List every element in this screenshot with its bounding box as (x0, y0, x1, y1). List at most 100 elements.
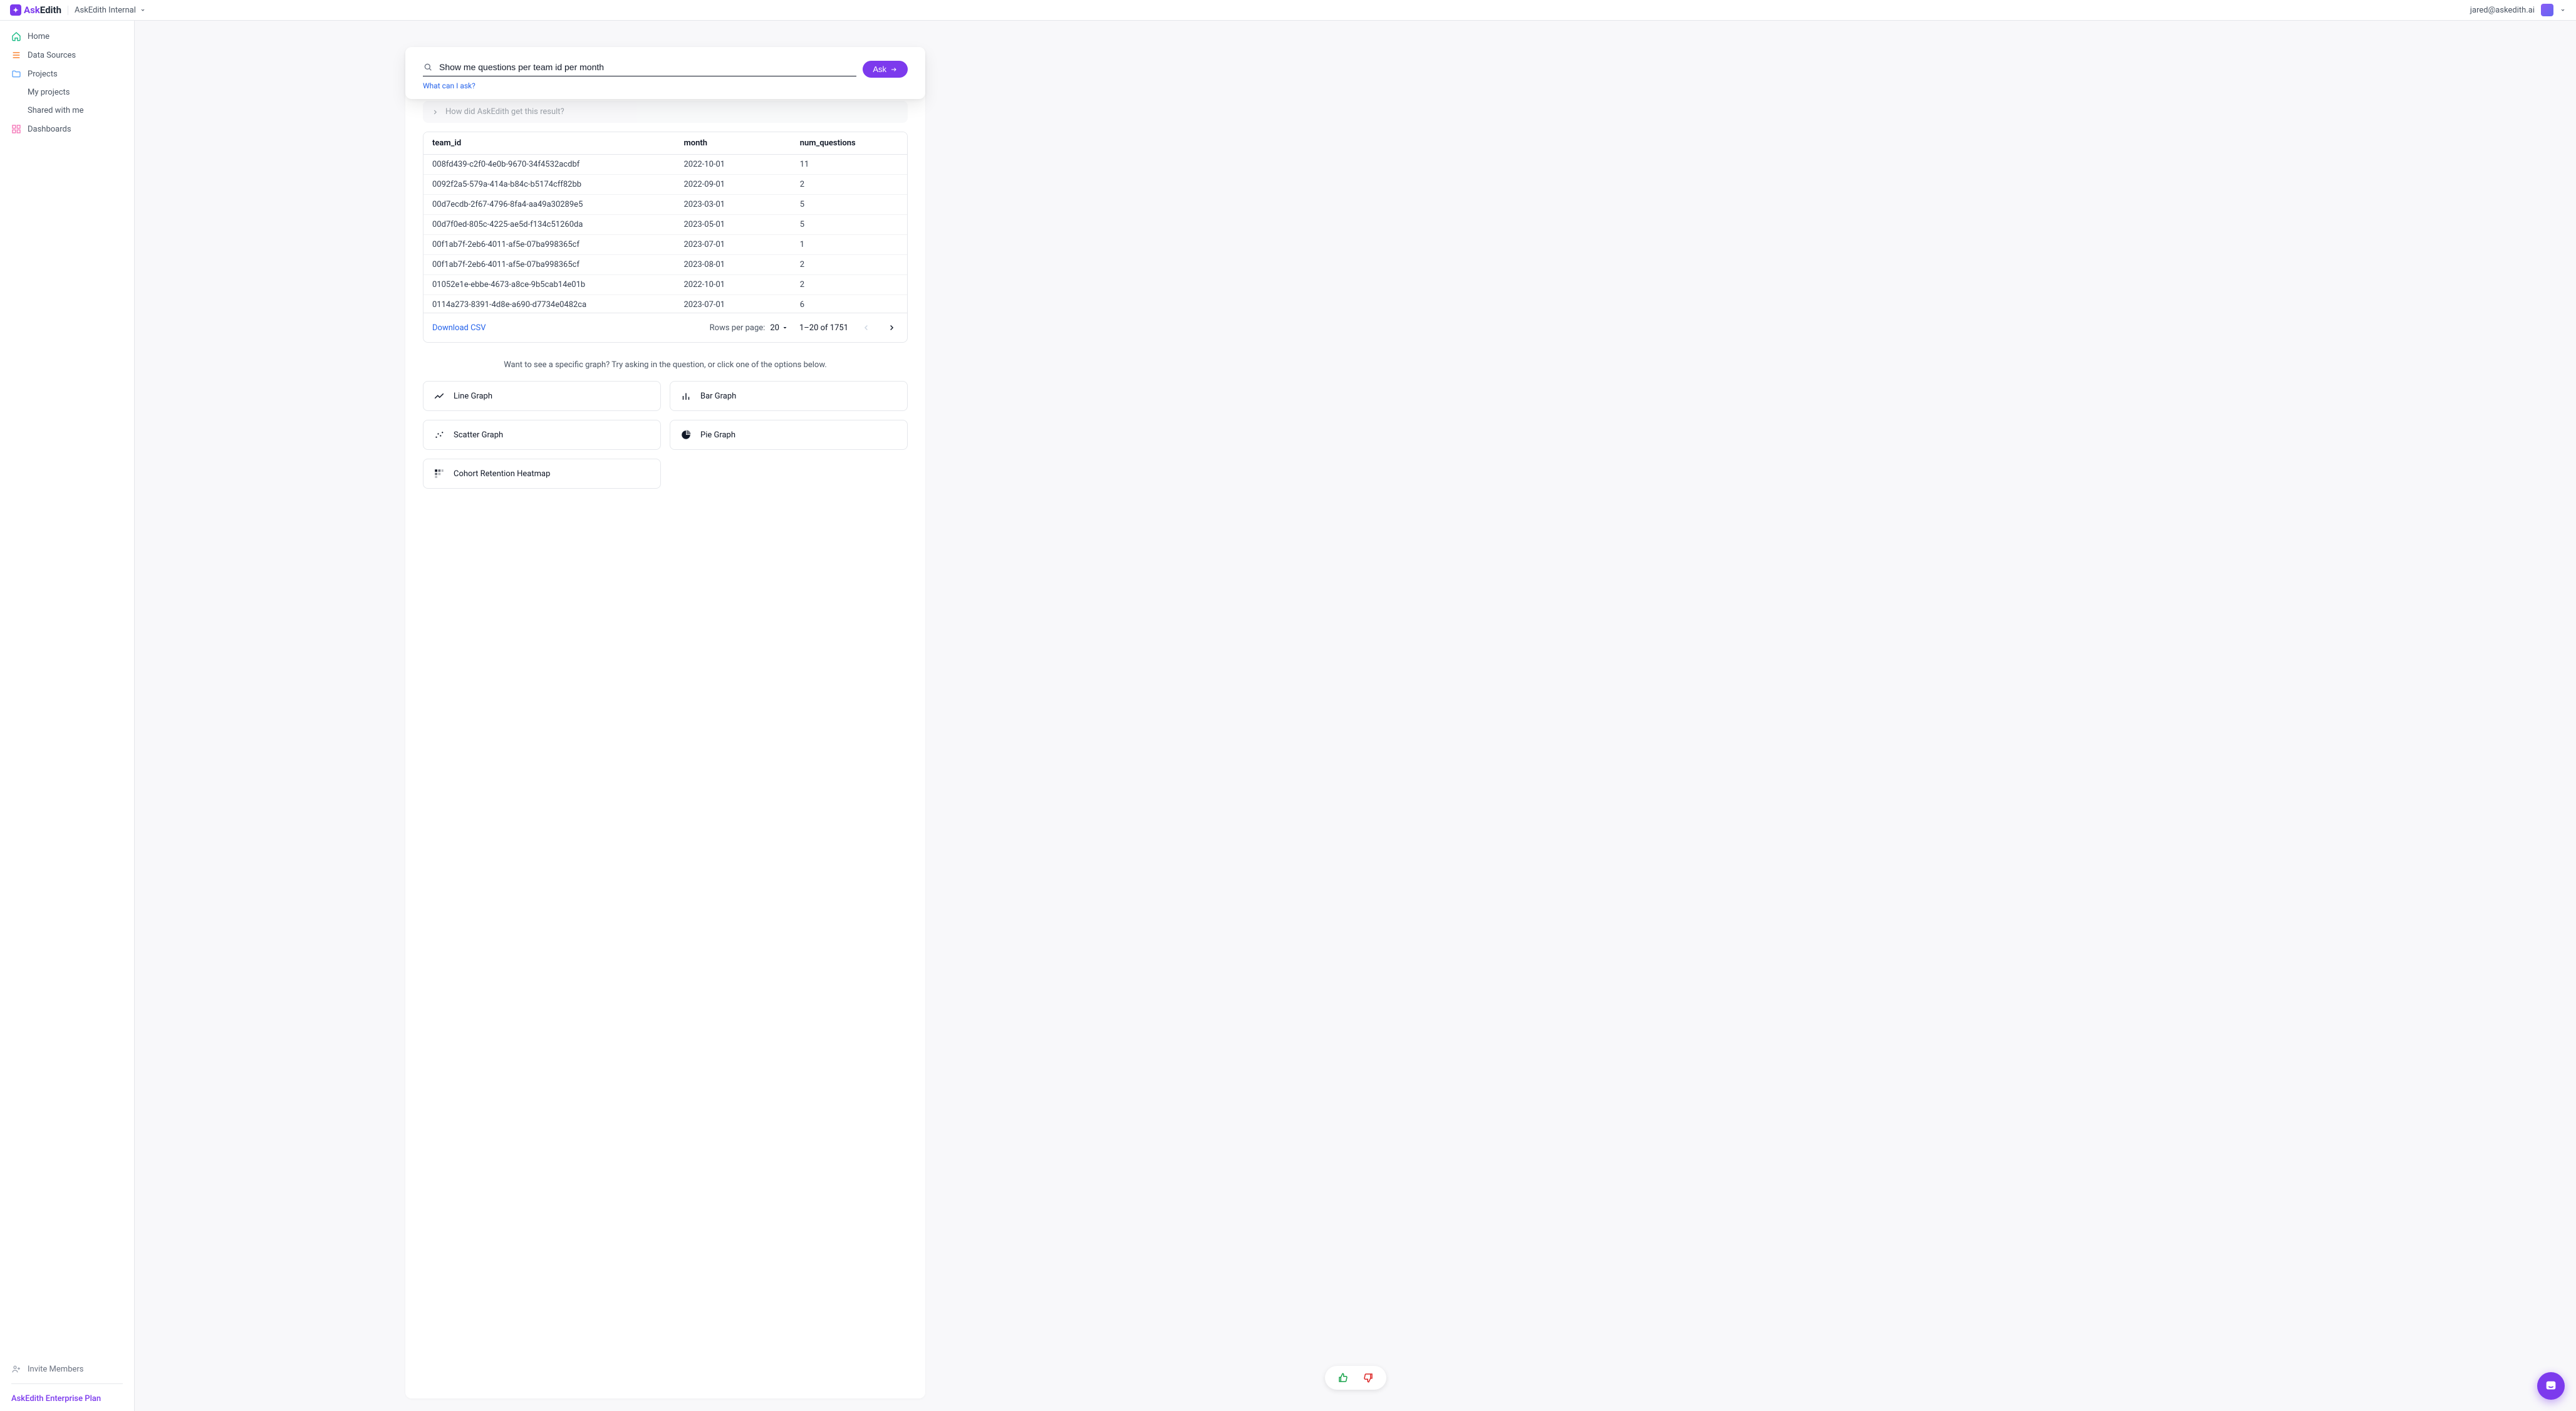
table-cell: 2 (791, 255, 907, 275)
graph-hint: Want to see a specific graph? Try asking… (423, 360, 908, 370)
invite-members-button[interactable]: Invite Members (5, 1360, 129, 1378)
user-email: jared@askedith.ai (2470, 6, 2535, 15)
chevron-left-icon (862, 323, 871, 332)
table-row[interactable]: 0092f2a5-579a-414a-b84c-b5174cff82bb2022… (423, 175, 907, 195)
sidebar-item-label: Home (28, 32, 49, 41)
chevron-right-icon (887, 323, 896, 332)
column-header-num-questions[interactable]: num_questions (791, 132, 907, 155)
arrow-right-icon (890, 66, 898, 73)
table-cell: 2022-09-01 (675, 175, 791, 195)
table-row[interactable]: 00f1ab7f-2eb6-4011-af5e-07ba998365cf2023… (423, 255, 907, 275)
result-panel: How did AskEdith get this result? team_i… (405, 47, 925, 1398)
column-header-team-id[interactable]: team_id (423, 132, 675, 155)
table-cell: 11 (791, 155, 907, 175)
thumbs-up-icon (1337, 1372, 1349, 1383)
chevron-right-icon (432, 108, 439, 116)
sidebar-item-data-sources[interactable]: Data Sources (5, 46, 129, 65)
topbar: ✦ AskEdith AskEdith Internal jared@asked… (0, 0, 2576, 21)
table-cell: 00f1ab7f-2eb6-4011-af5e-07ba998365cf (423, 255, 675, 275)
column-header-month[interactable]: month (675, 132, 791, 155)
table-cell: 2023-08-01 (675, 255, 791, 275)
sidebar-item-shared-with-me[interactable]: Shared with me (5, 102, 129, 120)
table-row[interactable]: 00d7f0ed-805c-4225-ae5d-f134c51260da2023… (423, 215, 907, 235)
sidebar-item-home[interactable]: Home (5, 27, 129, 46)
logo-mark-icon: ✦ (10, 4, 21, 16)
sidebar: Home Data Sources Projects My projects S… (0, 21, 135, 1411)
invite-icon (11, 1364, 21, 1374)
table-row[interactable]: 00d7ecdb-2f67-4796-8fa4-aa49a30289e52023… (423, 195, 907, 215)
explain-title: How did AskEdith get this result? (445, 107, 564, 117)
sidebar-item-label: My projects (28, 88, 70, 97)
graph-option-label: Line Graph (454, 392, 492, 401)
graph-option-pie[interactable]: Pie Graph (670, 420, 908, 450)
thumbs-down-button[interactable] (1361, 1371, 1375, 1385)
graph-option-line[interactable]: Line Graph (423, 381, 661, 411)
chevron-down-icon (140, 7, 146, 13)
prev-page-button[interactable] (860, 321, 873, 335)
rows-per-page-label: Rows per page: (710, 323, 766, 333)
table-cell: 2023-07-01 (675, 295, 791, 313)
user-menu[interactable]: jared@askedith.ai (2470, 4, 2566, 16)
table-cell: 6 (791, 295, 907, 313)
graph-option-label: Bar Graph (700, 392, 736, 401)
line-graph-icon (434, 390, 445, 402)
plan-label: AskEdith Enterprise Plan (11, 1394, 101, 1403)
search-card: Ask What can I ask? (405, 47, 925, 99)
sidebar-item-label: Shared with me (28, 106, 84, 115)
table-row[interactable]: 0114a273-8391-4d8e-a690-d7734e0482ca2023… (423, 295, 907, 313)
rows-per-page-select[interactable]: 20 (770, 323, 788, 333)
heatmap-icon (434, 468, 445, 479)
table-cell: 2 (791, 175, 907, 195)
table-cell: 5 (791, 215, 907, 235)
sidebar-item-label: Dashboards (28, 125, 71, 134)
table-cell: 2023-05-01 (675, 215, 791, 235)
sidebar-item-label: Projects (28, 70, 58, 79)
avatar (2541, 4, 2553, 16)
table-cell: 008fd439-c2f0-4e0b-9670-34f4532acdbf (423, 155, 675, 175)
thumbs-down-icon (1363, 1372, 1374, 1383)
graph-option-bar[interactable]: Bar Graph (670, 381, 908, 411)
table-cell: 5 (791, 195, 907, 215)
table-cell: 0114a273-8391-4d8e-a690-d7734e0482ca (423, 295, 675, 313)
dashboard-icon (11, 124, 21, 134)
explain-toggle[interactable]: How did AskEdith get this result? (423, 101, 908, 123)
ask-button[interactable]: Ask (863, 61, 908, 78)
graph-option-cohort[interactable]: Cohort Retention Heatmap (423, 459, 661, 489)
table-cell: 0092f2a5-579a-414a-b84c-b5174cff82bb (423, 175, 675, 195)
workspace-name: AskEdith Internal (75, 6, 136, 15)
download-csv-link[interactable]: Download CSV (432, 323, 486, 333)
table-cell: 2 (791, 275, 907, 295)
table-cell: 00d7ecdb-2f67-4796-8fa4-aa49a30289e5 (423, 195, 675, 215)
thumbs-up-button[interactable] (1336, 1371, 1350, 1385)
sidebar-item-dashboards[interactable]: Dashboards (5, 120, 129, 138)
logo[interactable]: ✦ AskEdith (10, 4, 61, 16)
dropdown-triangle-icon (782, 325, 788, 331)
table-cell: 00f1ab7f-2eb6-4011-af5e-07ba998365cf (423, 235, 675, 255)
pie-graph-icon (680, 429, 692, 440)
chevron-down-icon (2560, 7, 2566, 13)
bar-graph-icon (680, 390, 692, 402)
invite-members-label: Invite Members (28, 1365, 84, 1374)
sidebar-item-my-projects[interactable]: My projects (5, 83, 129, 102)
ask-button-label: Ask (873, 65, 886, 74)
table-footer: Download CSV Rows per page: 20 1–20 of 1… (423, 313, 907, 342)
rows-per-page-value: 20 (770, 323, 779, 333)
table-row[interactable]: 01052e1e-ebbe-4673-a8ce-9b5cab14e01b2022… (423, 275, 907, 295)
table-row[interactable]: 008fd439-c2f0-4e0b-9670-34f4532acdbf2022… (423, 155, 907, 175)
graph-option-label: Scatter Graph (454, 430, 503, 440)
chat-launcher[interactable] (2537, 1372, 2565, 1400)
next-page-button[interactable] (885, 321, 898, 335)
sidebar-item-projects[interactable]: Projects (5, 65, 129, 83)
what-can-i-ask-link[interactable]: What can I ask? (423, 81, 475, 90)
results-table: team_id month num_questions 008fd439-c2f… (423, 132, 908, 343)
table-cell: 01052e1e-ebbe-4673-a8ce-9b5cab14e01b (423, 275, 675, 295)
chat-icon (2544, 1379, 2558, 1393)
question-input[interactable] (439, 62, 856, 72)
plan-link[interactable]: AskEdith Enterprise Plan (5, 1389, 129, 1406)
table-scroll[interactable]: team_id month num_questions 008fd439-c2f… (423, 132, 907, 313)
workspace-selector[interactable]: AskEdith Internal (68, 6, 146, 15)
graph-option-scatter[interactable]: Scatter Graph (423, 420, 661, 450)
logo-text-edith: Edith (40, 4, 61, 16)
home-icon (11, 31, 21, 41)
table-row[interactable]: 00f1ab7f-2eb6-4011-af5e-07ba998365cf2023… (423, 235, 907, 255)
